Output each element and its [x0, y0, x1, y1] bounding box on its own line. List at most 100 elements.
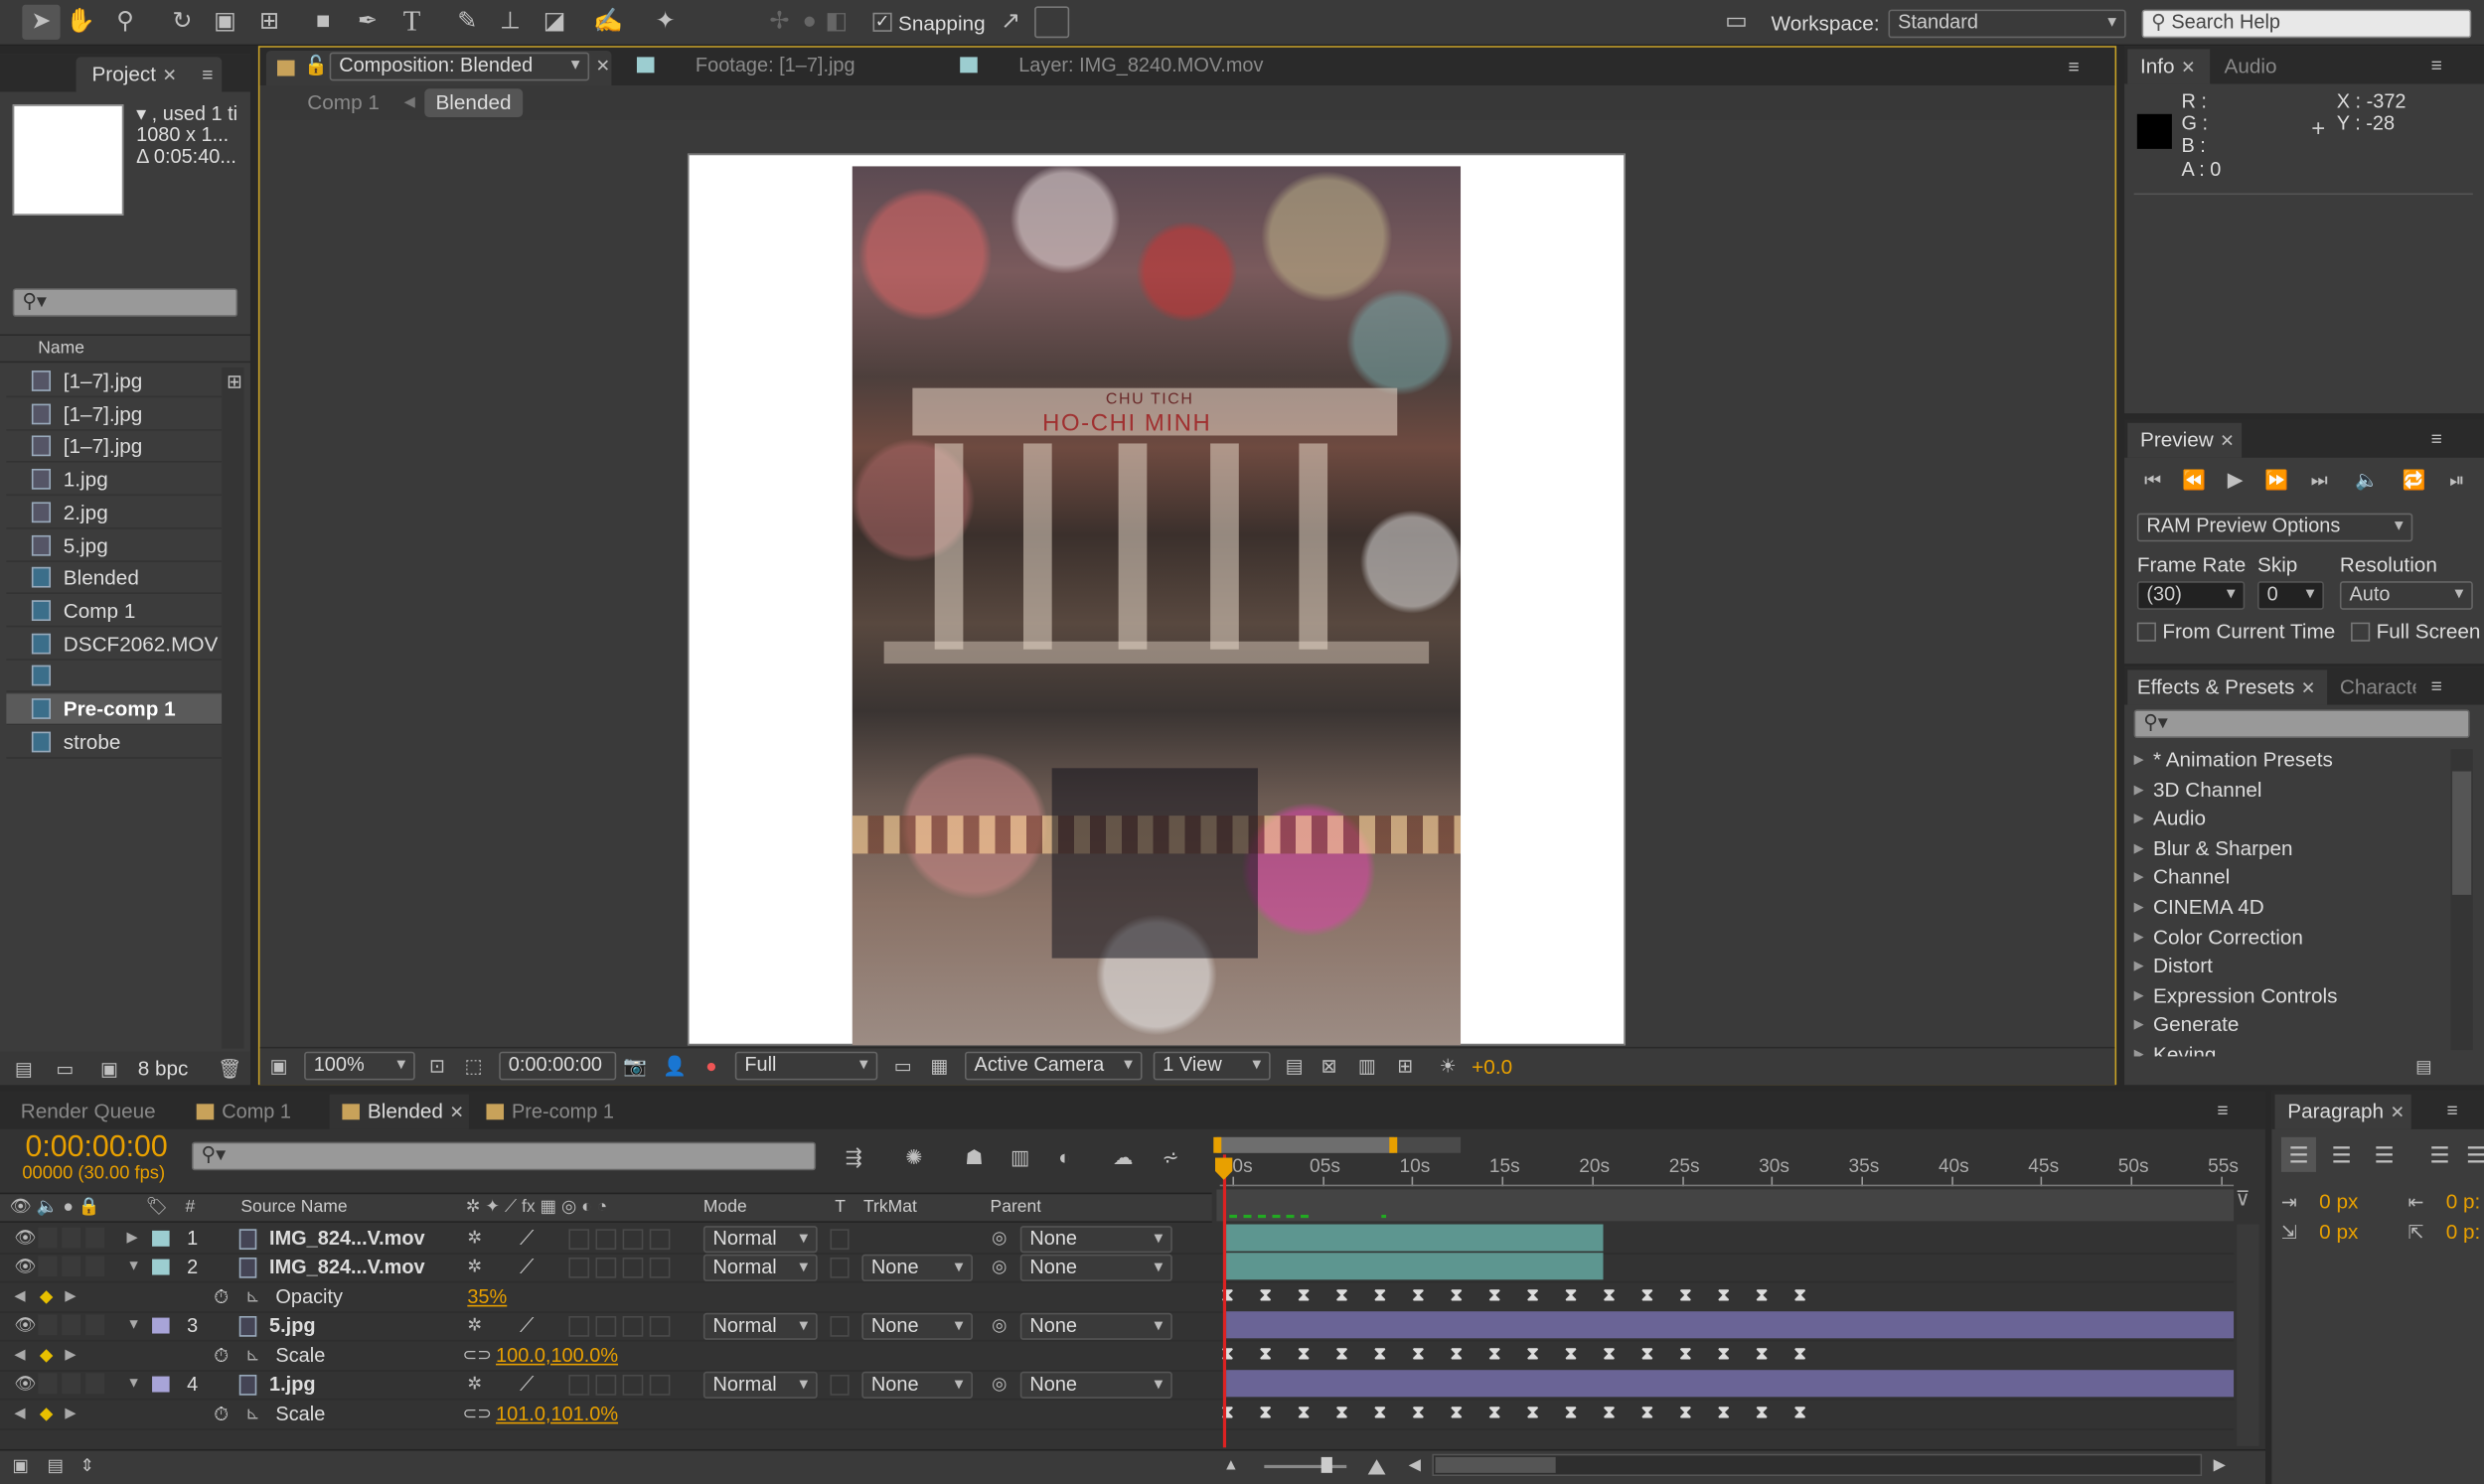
pen-icon[interactable]: ✒: [350, 5, 385, 40]
mode-header[interactable]: Mode: [703, 1197, 747, 1216]
constrain-proportions-icon[interactable]: ⊂⊃: [463, 1404, 492, 1423]
zoom-slider-knob[interactable]: [1320, 1456, 1332, 1473]
audio-switch[interactable]: [38, 1227, 58, 1249]
last-frame-icon[interactable]: ⏭: [2302, 463, 2337, 498]
keyframe-icon[interactable]: ⧗: [1603, 1345, 1617, 1364]
zoom-icon[interactable]: ⚲: [107, 5, 142, 40]
layer-tab[interactable]: Layer: IMG_8240.MOV.mov: [960, 48, 1340, 82]
fast-previews-icon[interactable]: ▭: [885, 1049, 920, 1084]
solo-switch[interactable]: [62, 1373, 81, 1395]
preserve-transparency-box[interactable]: [830, 1257, 850, 1278]
keyframe-icon[interactable]: ⧗: [1641, 1404, 1655, 1422]
indent-right-value[interactable]: 0 p:: [2446, 1189, 2484, 1213]
keyframe-icon[interactable]: ⧗: [1793, 1286, 1807, 1305]
comp-mini-flowchart-icon[interactable]: ⇶: [837, 1140, 871, 1175]
clone-stamp-icon[interactable]: ⊥: [493, 5, 528, 40]
shy-switch-icon[interactable]: ✲: [467, 1228, 482, 1248]
keyframe-icon[interactable]: ⧗: [1526, 1345, 1540, 1364]
rotate-icon[interactable]: ↻: [165, 5, 200, 40]
scroll-left-icon[interactable]: ◀: [1397, 1449, 1432, 1484]
trkmat-select[interactable]: None: [861, 1254, 973, 1281]
keyframe-icon[interactable]: ⧗: [1451, 1286, 1465, 1305]
name-column-header[interactable]: Name: [38, 339, 84, 358]
type-icon[interactable]: T: [394, 3, 429, 38]
add-keyframe-icon[interactable]: ◆: [40, 1404, 54, 1423]
ram-preview-icon[interactable]: ⏯: [2439, 463, 2474, 498]
visibility-eye-icon[interactable]: 👁: [14, 1373, 36, 1394]
layer-2-duration-bar[interactable]: [1226, 1253, 1604, 1280]
previous-frame-icon[interactable]: ⏪: [2177, 463, 2212, 498]
layer-switch-box[interactable]: [595, 1374, 617, 1396]
precomp1-tab[interactable]: Pre-comp 1: [486, 1095, 614, 1129]
new-folder-icon[interactable]: ▭: [48, 1052, 82, 1087]
arrow-icon[interactable]: ➤: [24, 5, 59, 40]
views-select[interactable]: 1 View: [1153, 1051, 1271, 1081]
close-icon[interactable]: ✕: [2220, 432, 2235, 451]
timeline-vscroll[interactable]: [2237, 1224, 2259, 1446]
keyframe-icon[interactable]: ⧗: [1298, 1345, 1312, 1364]
twirl-icon[interactable]: ▶: [127, 1229, 138, 1247]
interpret-footage-icon[interactable]: ▤: [6, 1052, 41, 1087]
blended-tab[interactable]: Blended ✕: [329, 1094, 469, 1129]
keyframe-icon[interactable]: ⧗: [1260, 1286, 1274, 1305]
camera-tool-icon[interactable]: ▣: [208, 5, 242, 40]
align-center-icon[interactable]: ☰: [2324, 1137, 2359, 1172]
keyframe-icon[interactable]: ⧗: [1718, 1345, 1732, 1364]
work-area-end[interactable]: [1389, 1136, 1398, 1153]
hierarchy-icon[interactable]: ⊞: [217, 365, 251, 399]
parent-select[interactable]: None: [1019, 1312, 1172, 1340]
layer-switch-box[interactable]: [649, 1257, 671, 1278]
lock-switch[interactable]: [85, 1227, 105, 1249]
keyframe-icon[interactable]: ⧗: [1679, 1345, 1693, 1364]
trkmat-header[interactable]: TrkMat: [863, 1197, 917, 1216]
workspace-select[interactable]: Standard: [1888, 9, 2126, 39]
close-icon[interactable]: ✕: [2181, 59, 2196, 77]
project-item[interactable]: Pre-comp 1: [6, 693, 223, 726]
layer-3-duration-bar[interactable]: [1226, 1311, 2235, 1339]
checkerboard-icon[interactable]: ▦: [922, 1049, 957, 1084]
keyframe-nav-icon[interactable]: ◀: [14, 1287, 25, 1305]
label-color[interactable]: [152, 1230, 170, 1247]
indent-left-value[interactable]: 0 px: [2319, 1189, 2358, 1213]
brush-icon[interactable]: ✎: [450, 5, 485, 40]
first-frame-icon[interactable]: ⏮: [2135, 463, 2170, 498]
keyframe-nav-icon[interactable]: ▶: [65, 1346, 76, 1364]
hand-icon[interactable]: ✋: [64, 5, 98, 40]
panel-menu-icon[interactable]: ≡: [190, 57, 225, 91]
layer-switch-box[interactable]: [649, 1374, 671, 1396]
lock-switch[interactable]: [85, 1373, 105, 1395]
footage-tab[interactable]: Footage: [1–7].jpg: [636, 48, 932, 82]
property-row[interactable]: [0, 1400, 2235, 1430]
layer-1-duration-bar[interactable]: [1226, 1224, 1604, 1252]
motion-blur-icon[interactable]: ◐: [1047, 1140, 1082, 1175]
pick-whip-icon[interactable]: ◎: [992, 1314, 1007, 1335]
layer-switch-box[interactable]: [622, 1374, 644, 1396]
keyframe-icon[interactable]: ⧗: [1526, 1286, 1540, 1305]
parent-select[interactable]: None: [1019, 1254, 1172, 1281]
keyframe-nav-icon[interactable]: ◀: [14, 1405, 25, 1422]
effect-category[interactable]: Expression Controls: [2134, 981, 2337, 1010]
parent-select[interactable]: None: [1019, 1226, 1172, 1254]
source-name-header[interactable]: Source Name: [240, 1197, 347, 1216]
skip-select[interactable]: 0: [2257, 581, 2324, 610]
layer-4-duration-bar[interactable]: [1226, 1370, 2235, 1398]
pick-whip-icon[interactable]: ◎: [992, 1373, 1007, 1394]
keyframe-icon[interactable]: ⧗: [1679, 1404, 1693, 1422]
puppet-icon[interactable]: ✦: [648, 5, 683, 40]
space-before-value[interactable]: 0 p:: [2446, 1220, 2484, 1244]
timeline-search-field[interactable]: ⚲▾: [191, 1141, 817, 1171]
trkmat-select[interactable]: None: [861, 1312, 973, 1340]
current-time-field[interactable]: 0:00:00:00: [499, 1051, 617, 1081]
panel-menu-icon[interactable]: ≡: [2419, 421, 2454, 456]
project-item[interactable]: 5.jpg: [6, 529, 223, 562]
frame-blending-icon[interactable]: ▥: [1003, 1140, 1037, 1175]
next-frame-icon[interactable]: ⏩: [2259, 463, 2294, 498]
exposure-icon[interactable]: ☀: [1431, 1049, 1466, 1084]
camera-select[interactable]: Active Camera: [964, 1051, 1143, 1081]
close-icon[interactable]: ✕: [162, 67, 177, 85]
twirl-icon[interactable]: ▼: [127, 1316, 141, 1332]
keyframe-nav-icon[interactable]: ▶: [65, 1405, 76, 1422]
expand-mode-icon[interactable]: ▤: [38, 1449, 73, 1484]
effect-category[interactable]: Blur & Sharpen: [2134, 834, 2293, 863]
roto-brush-icon[interactable]: ✍: [591, 5, 626, 40]
